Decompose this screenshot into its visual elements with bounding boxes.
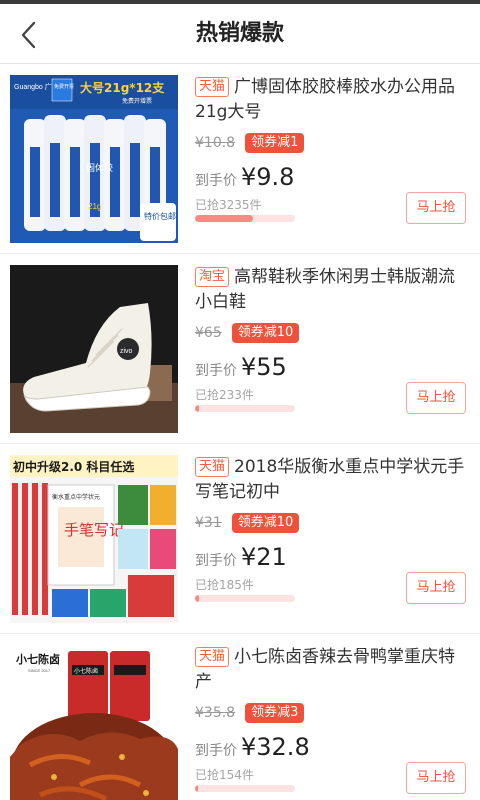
page-title: 热销爆款 [195, 21, 284, 46]
final-price-label: 到手价 [195, 743, 237, 759]
sales-progress-bar [195, 595, 295, 602]
sales-progress-bar [195, 785, 295, 792]
final-price-row: 到手价 ¥9.8 [195, 163, 294, 191]
final-price-label: 到手价 [195, 173, 237, 189]
product-info: 天猫 2018华版衡水重点中学状元手写笔记初中 ¥31 领券减10 到手价 ¥21… [195, 455, 466, 623]
coupon-badge[interactable]: 领券减1 [245, 133, 305, 153]
final-price-row: 到手价 ¥21 [195, 543, 287, 571]
product-card[interactable]: Guangbo 广博文具 免费开票 大号21g*12支 免费开增票 固体胶 21… [0, 64, 480, 254]
final-price: ¥21 [241, 543, 287, 571]
original-price: ¥35.8 [195, 705, 236, 721]
product-image: 初中升级2.0 科目任选 衡水重点中学状元 手笔写记 [10, 455, 178, 623]
product-name: 高帮鞋秋季休闲男士韩版潮流小白鞋 [195, 267, 456, 312]
svg-text:小七陈卤: 小七陈卤 [74, 667, 98, 675]
coupon-badge[interactable]: 领券减10 [231, 513, 300, 533]
product-title: 天猫 广博固体胶胶棒胶水办公用品21g大号 [195, 75, 466, 125]
product-info: 淘宝 高帮鞋秋季休闲男士韩版潮流小白鞋 ¥65 领券减10 到手价 ¥55 已抢2… [195, 265, 466, 433]
platform-badge: 淘宝 [195, 267, 230, 287]
sold-count: 已抢233件 [195, 388, 254, 402]
final-price: ¥55 [241, 353, 287, 381]
final-price: ¥32.8 [241, 733, 310, 761]
product-image: zivo [10, 265, 178, 433]
buy-now-button[interactable]: 马上抢 [406, 192, 466, 224]
product-card[interactable]: zivo 淘宝 高帮鞋秋季休闲男士韩版潮流小白鞋 ¥65 领券减10 到手价 ¥5… [0, 254, 480, 444]
product-title: 天猫 小七陈卤香辣去骨鸭掌重庆特产 [195, 645, 466, 695]
buy-now-button[interactable]: 马上抢 [406, 572, 466, 604]
platform-badge: 天猫 [195, 77, 230, 97]
sales-progress-bar [195, 405, 295, 412]
product-name: 广博固体胶胶棒胶水办公用品21g大号 [195, 77, 456, 122]
product-card[interactable]: 初中升级2.0 科目任选 衡水重点中学状元 手笔写记 天猫 2018华版衡水重点… [0, 444, 480, 634]
svg-text:免费开增票: 免费开增票 [122, 97, 152, 105]
original-price: ¥10.8 [195, 135, 236, 151]
product-card[interactable]: 小七陈卤 SINCE 2017 小七陈卤 天猫 小七陈卤香辣去骨鸭掌重庆特产 ¥… [0, 634, 480, 800]
sold-count: 已抢185件 [195, 578, 254, 592]
sales-progress-fill [195, 595, 199, 602]
product-image: 小七陈卤 SINCE 2017 小七陈卤 [10, 645, 178, 800]
product-info: 天猫 广博固体胶胶棒胶水办公用品21g大号 ¥10.8 领券减1 到手价 ¥9.8… [195, 75, 466, 243]
svg-text:21g: 21g [88, 202, 101, 211]
svg-text:特价包邮: 特价包邮 [144, 211, 176, 221]
sold-count: 已抢154件 [195, 768, 254, 782]
svg-text:初中升级2.0 科目任选: 初中升级2.0 科目任选 [13, 459, 134, 474]
sold-count: 已抢3235件 [195, 198, 262, 212]
svg-text:小七陈卤: 小七陈卤 [15, 652, 60, 666]
price-row: ¥31 领券减10 [195, 512, 300, 534]
final-price-label: 到手价 [195, 363, 237, 379]
final-price-label: 到手价 [195, 553, 237, 569]
final-price: ¥9.8 [241, 163, 295, 191]
svg-text:zivo: zivo [120, 348, 133, 355]
product-image: Guangbo 广博文具 免费开票 大号21g*12支 免费开增票 固体胶 21… [10, 75, 178, 243]
buy-now-button[interactable]: 马上抢 [406, 762, 466, 794]
buy-now-button[interactable]: 马上抢 [406, 382, 466, 414]
platform-badge: 天猫 [195, 647, 230, 667]
nav-header: 热销爆款 [0, 4, 480, 64]
price-row: ¥65 领券减10 [195, 322, 300, 344]
original-price: ¥65 [195, 325, 222, 341]
svg-text:大号21g*12支: 大号21g*12支 [80, 80, 165, 95]
final-price-row: 到手价 ¥55 [195, 353, 287, 381]
product-info: 天猫 小七陈卤香辣去骨鸭掌重庆特产 ¥35.8 领券减3 到手价 ¥32.8 已抢… [195, 645, 466, 800]
product-title: 淘宝 高帮鞋秋季休闲男士韩版潮流小白鞋 [195, 265, 466, 315]
product-list: Guangbo 广博文具 免费开票 大号21g*12支 免费开增票 固体胶 21… [0, 64, 480, 800]
product-title: 天猫 2018华版衡水重点中学状元手写笔记初中 [195, 455, 466, 505]
original-price: ¥31 [195, 515, 222, 531]
coupon-badge[interactable]: 领券减3 [245, 703, 305, 723]
product-name: 小七陈卤香辣去骨鸭掌重庆特产 [195, 647, 456, 692]
svg-text:固体胶: 固体胶 [86, 162, 113, 174]
coupon-badge[interactable]: 领券减10 [231, 323, 300, 343]
sales-progress-fill [195, 215, 253, 222]
svg-text:免费开票: 免费开票 [54, 83, 74, 90]
svg-text:衡水重点中学状元: 衡水重点中学状元 [52, 493, 100, 501]
svg-text:SINCE 2017: SINCE 2017 [28, 668, 51, 673]
product-name: 2018华版衡水重点中学状元手写笔记初中 [195, 457, 465, 502]
sales-progress-bar [195, 215, 295, 222]
price-row: ¥35.8 领券减3 [195, 702, 305, 724]
platform-badge: 天猫 [195, 457, 230, 477]
svg-text:手笔写记: 手笔写记 [64, 521, 124, 539]
final-price-row: 到手价 ¥32.8 [195, 733, 310, 761]
sales-progress-fill [195, 785, 198, 792]
sales-progress-fill [195, 405, 199, 412]
price-row: ¥10.8 领券减1 [195, 132, 305, 154]
